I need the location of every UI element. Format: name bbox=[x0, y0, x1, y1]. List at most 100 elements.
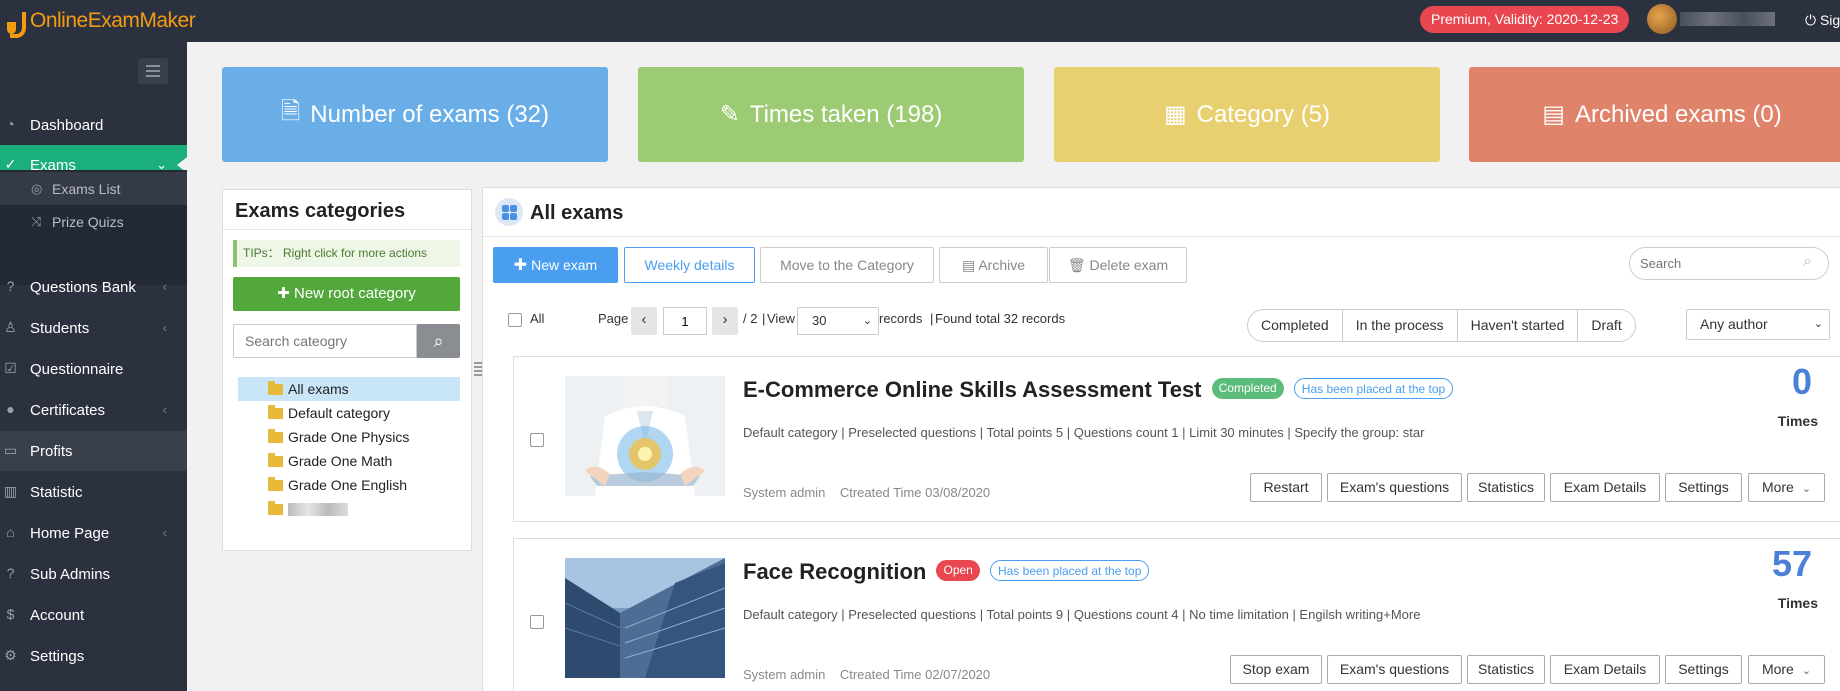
tree-item-label: Grade One English bbox=[288, 477, 408, 493]
sidebar-item-certificates[interactable]: ● Certificates ‹ bbox=[0, 390, 187, 430]
sidebar-item-account[interactable]: $ Account bbox=[0, 595, 187, 635]
stat-card-label: Category (5) bbox=[1196, 100, 1331, 128]
settings-button[interactable]: Settings bbox=[1665, 655, 1742, 684]
sidebar-item-statistic[interactable]: ▥ Statistic bbox=[0, 472, 187, 512]
tree-item-redacted[interactable] bbox=[238, 497, 460, 521]
home-icon: ⌂ bbox=[6, 524, 15, 540]
stat-card-label: Archived exams (0) bbox=[1574, 100, 1782, 128]
premium-badge[interactable]: Premium, Validity: 2020-12-23 bbox=[1420, 6, 1630, 33]
found-records: Found total 32 records bbox=[935, 311, 1066, 326]
sign-out-button[interactable]: ⏻ Sig bbox=[1805, 12, 1840, 29]
bar-chart-icon: ▥ bbox=[3, 483, 18, 499]
user-icon: ♙ bbox=[4, 319, 17, 335]
folder-icon bbox=[268, 477, 283, 491]
sidebar-item-label: Questions Bank bbox=[30, 278, 136, 296]
statistics-button[interactable]: Statistics bbox=[1467, 473, 1545, 502]
exam-details-button[interactable]: Exam Details bbox=[1550, 655, 1660, 684]
sidebar-item-dashboard[interactable]: ◔ Dashboard bbox=[0, 105, 187, 145]
exam-checkbox[interactable] bbox=[530, 433, 544, 447]
search-icon[interactable]: ⌕ bbox=[1803, 253, 1812, 271]
exam-title[interactable]: E-Commerce Online Skills Assessment Test bbox=[743, 377, 1202, 402]
chevron-left-icon: ‹ bbox=[162, 320, 167, 335]
sidebar-item-sub-admins[interactable]: ? Sub Admins bbox=[0, 554, 187, 594]
filter-draft[interactable]: Draft bbox=[1578, 310, 1634, 341]
sidebar-subitem-prize-quizs[interactable]: ⤨ Prize Quizs bbox=[0, 205, 187, 238]
status-badge: Open bbox=[936, 559, 980, 581]
filter-havent-started[interactable]: Haven't started bbox=[1458, 310, 1579, 341]
certificate-icon: ● bbox=[6, 401, 15, 417]
sidebar-item-questionnaire[interactable]: ☑ Questionnaire bbox=[0, 349, 187, 389]
tree-item-grade-one-english[interactable]: Grade One English bbox=[238, 473, 460, 497]
archive-button[interactable]: ▤ Archive bbox=[939, 247, 1048, 283]
restart-button[interactable]: Restart bbox=[1250, 473, 1322, 502]
stop-exam-button[interactable]: Stop exam bbox=[1230, 655, 1322, 684]
pinned-badge: Has been placed at the top bbox=[989, 559, 1150, 581]
records-label: records bbox=[879, 311, 923, 326]
app-logo[interactable]: OnlineExamMaker bbox=[7, 6, 196, 38]
per-page-select[interactable]: 30 ⌄ bbox=[797, 307, 879, 335]
exam-thumbnail[interactable] bbox=[565, 376, 725, 496]
exam-details-button[interactable]: Exam Details bbox=[1550, 473, 1660, 502]
sidebar-item-profits[interactable]: ▭ Profits bbox=[0, 431, 187, 471]
delete-exam-button[interactable]: 🗑 Delete exam bbox=[1049, 247, 1187, 283]
chevron-down-icon: ⌄ bbox=[1801, 483, 1812, 495]
question-icon: ? bbox=[6, 565, 15, 581]
category-search-input[interactable] bbox=[233, 324, 417, 358]
more-button[interactable]: More ⌄ bbox=[1748, 655, 1825, 684]
avatar[interactable] bbox=[1647, 4, 1677, 34]
tree-item-label: Default category bbox=[288, 405, 390, 421]
tree-item-all-exams[interactable]: All exams bbox=[238, 377, 460, 401]
categories-title: Exams categories bbox=[235, 200, 406, 222]
next-page-button[interactable]: › bbox=[712, 307, 738, 335]
select-all-checkbox[interactable] bbox=[508, 313, 522, 327]
exam-created: Ctreated Time 03/08/2020 bbox=[839, 485, 991, 500]
sidebar-item-settings[interactable]: ⚙ Settings bbox=[0, 636, 187, 676]
tree-item-grade-one-math[interactable]: Grade One Math bbox=[238, 449, 460, 473]
sidebar-item-home-page[interactable]: ⌂ Home Page ‹ bbox=[0, 513, 187, 553]
folder-icon bbox=[268, 453, 283, 467]
sidebar-subitem-exams-list[interactable]: ◎ Exams List bbox=[0, 172, 187, 205]
stat-card-number-of-exams[interactable]: 🗎 Number of exams (32) bbox=[222, 67, 608, 162]
sidebar-item-students[interactable]: ♙ Students ‹ bbox=[0, 308, 187, 348]
sidebar-item-label: Home Page bbox=[30, 524, 110, 542]
more-button[interactable]: More ⌄ bbox=[1748, 473, 1825, 502]
category-search-button[interactable]: ⌕ bbox=[417, 324, 460, 358]
sidebar-item-label: Profits bbox=[30, 442, 73, 460]
prev-page-button[interactable]: ‹ bbox=[631, 307, 657, 335]
move-to-category-button[interactable]: Move to the Category bbox=[760, 247, 934, 283]
tree-item-label: Grade One Math bbox=[288, 453, 393, 469]
tree-item-default-category[interactable]: Default category bbox=[238, 401, 460, 425]
stat-card-category[interactable]: ▦ Category (5) bbox=[1054, 67, 1440, 162]
sidebar-toggle-button[interactable] bbox=[138, 58, 168, 84]
panel-resize-handle[interactable] bbox=[474, 362, 482, 380]
sidebar-item-label: Students bbox=[30, 319, 90, 337]
author-select[interactable]: Any author ⌄ bbox=[1686, 309, 1830, 340]
app-logo-text: OnlineExamMaker bbox=[30, 9, 196, 32]
folder-icon bbox=[268, 405, 283, 419]
settings-button[interactable]: Settings bbox=[1665, 473, 1742, 502]
exams-panel: All exams ✚ New exam Weekly details Move… bbox=[482, 187, 1840, 691]
filter-completed[interactable]: Completed bbox=[1248, 310, 1343, 341]
exam-thumbnail[interactable] bbox=[565, 558, 725, 678]
sidebar-item-questions-bank[interactable]: ? Questions Bank ‹ bbox=[0, 267, 187, 307]
user-name-redacted[interactable] bbox=[1680, 12, 1775, 26]
stat-card-times-taken[interactable]: ✎ Times taken (198) bbox=[638, 67, 1024, 162]
exam-questions-button[interactable]: Exam's questions bbox=[1327, 473, 1462, 502]
exam-questions-button[interactable]: Exam's questions bbox=[1327, 655, 1462, 684]
new-exam-button[interactable]: ✚ New exam bbox=[493, 247, 618, 283]
exam-title[interactable]: Face Recognition bbox=[743, 559, 926, 584]
statistics-button[interactable]: Statistics bbox=[1467, 655, 1545, 684]
chevron-down-icon: ⌄ bbox=[1801, 665, 1812, 677]
exam-checkbox[interactable] bbox=[530, 615, 544, 629]
filter-in-the-process[interactable]: In the process bbox=[1343, 310, 1458, 341]
exam-search-input[interactable] bbox=[1629, 247, 1829, 280]
status-filter-group: Completed In the process Haven't started… bbox=[1247, 309, 1636, 342]
weekly-details-button[interactable]: Weekly details bbox=[624, 247, 755, 283]
checkbox-icon: ☑ bbox=[4, 360, 17, 376]
stat-card-archived-exams[interactable]: ▤ Archived exams (0) bbox=[1469, 67, 1840, 162]
tree-item-grade-one-physics[interactable]: Grade One Physics bbox=[238, 425, 460, 449]
document-icon: 🗎 bbox=[280, 98, 301, 125]
new-root-category-button[interactable]: ✚ New root category bbox=[233, 277, 460, 311]
page-number-input[interactable] bbox=[663, 307, 707, 335]
exam-footer: System admin Ctreated Time 02/07/2020 bbox=[743, 667, 990, 682]
